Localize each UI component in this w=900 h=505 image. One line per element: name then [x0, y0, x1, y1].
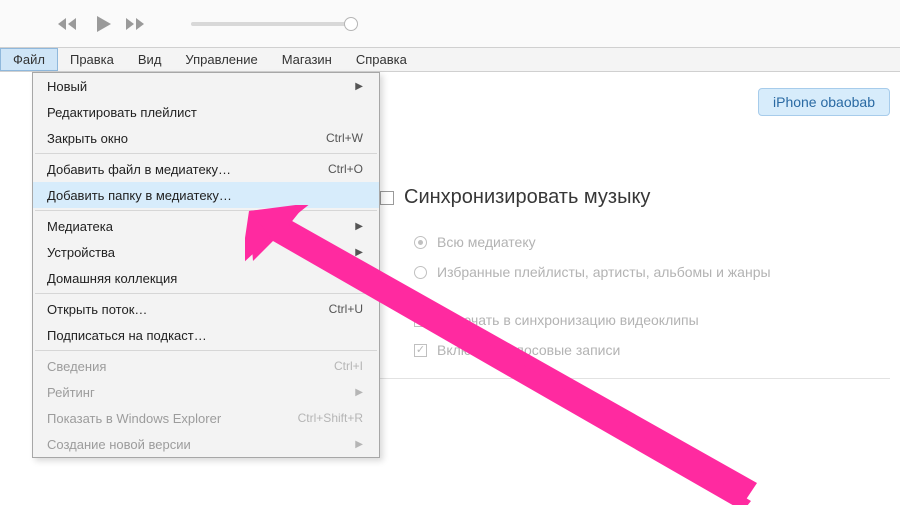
menu-library[interactable]: Медиатека ▶ — [33, 213, 379, 239]
menu-shortcut: Ctrl+O — [328, 162, 363, 176]
menu-label: Медиатека — [47, 219, 113, 234]
menu-add-file[interactable]: Добавить файл в медиатеку… Ctrl+O — [33, 156, 379, 182]
menu-label: Закрыть окно — [47, 131, 128, 146]
opt-label: Включать голосовые записи — [437, 342, 620, 358]
menu-label: Добавить файл в медиатеку… — [47, 162, 231, 177]
submenu-arrow-icon: ▶ — [355, 221, 363, 232]
opt-include-videos: ✓ Включать в синхронизацию видеоклипы — [414, 312, 890, 328]
menu-edit-playlist[interactable]: Редактировать плейлист — [33, 99, 379, 125]
menubar-item-5[interactable]: Справка — [344, 48, 419, 71]
playback-controls — [55, 10, 151, 38]
divider — [380, 378, 890, 379]
menu-label: Рейтинг — [47, 385, 95, 400]
menu-label: Устройства — [47, 245, 115, 260]
checkbox-icon[interactable]: ✓ — [414, 314, 427, 327]
opt-label: Всю медиатеку — [437, 234, 536, 250]
menu-new-version: Создание новой версии ▶ — [33, 431, 379, 457]
toolbar — [0, 0, 900, 48]
menubar: ФайлПравкаВидУправлениеМагазинСправка — [0, 48, 900, 72]
menu-shortcut: Ctrl+I — [334, 359, 363, 373]
play-button[interactable] — [89, 10, 117, 38]
menu-separator — [35, 350, 377, 351]
menu-subscribe-podcast[interactable]: Подписаться на подкаст… — [33, 322, 379, 348]
menu-label: Создание новой версии — [47, 437, 191, 452]
menu-add-folder[interactable]: Добавить папку в медиатеку… — [33, 182, 379, 208]
menu-separator — [35, 293, 377, 294]
menu-home-collection[interactable]: Домашняя коллекция — [33, 265, 379, 291]
menu-show-explorer: Показать в Windows Explorer Ctrl+Shift+R — [33, 405, 379, 431]
menubar-item-0[interactable]: Файл — [0, 48, 58, 71]
opt-label: Избранные плейлисты, артисты, альбомы и … — [437, 264, 771, 280]
menu-label: Сведения — [47, 359, 106, 374]
submenu-arrow-icon: ▶ — [355, 81, 363, 92]
radio-icon[interactable] — [414, 266, 427, 279]
menu-label: Подписаться на подкаст… — [47, 328, 207, 343]
menu-separator — [35, 210, 377, 211]
device-badge[interactable]: iPhone obaobab — [758, 88, 890, 116]
menu-info: Сведения Ctrl+I — [33, 353, 379, 379]
content-pane: iPhone obaobab Синхронизировать музыку В… — [380, 80, 890, 379]
opt-all-library: Всю медиатеку — [414, 234, 890, 250]
menu-open-stream[interactable]: Открыть поток… Ctrl+U — [33, 296, 379, 322]
menu-rating: Рейтинг ▶ — [33, 379, 379, 405]
menu-label: Домашняя коллекция — [47, 271, 177, 286]
submenu-arrow-icon: ▶ — [355, 439, 363, 450]
submenu-arrow-icon: ▶ — [355, 387, 363, 398]
menu-label: Открыть поток… — [47, 302, 147, 317]
next-button[interactable] — [123, 10, 151, 38]
menu-close-window[interactable]: Закрыть окно Ctrl+W — [33, 125, 379, 151]
menu-shortcut: Ctrl+U — [329, 302, 363, 316]
menubar-item-4[interactable]: Магазин — [270, 48, 344, 71]
opt-selected: Избранные плейлисты, артисты, альбомы и … — [414, 264, 890, 280]
menu-shortcut: Ctrl+W — [326, 131, 363, 145]
opt-label: Включать в синхронизацию видеоклипы — [437, 312, 699, 328]
sync-title: Синхронизировать музыку — [380, 186, 890, 209]
sync-checkbox[interactable] — [380, 191, 394, 205]
menu-label: Редактировать плейлист — [47, 105, 197, 120]
submenu-arrow-icon: ▶ — [355, 247, 363, 258]
file-menu-dropdown: Новый ▶ Редактировать плейлист Закрыть о… — [32, 72, 380, 458]
menu-shortcut: Ctrl+Shift+R — [298, 411, 363, 425]
radio-icon[interactable] — [414, 236, 427, 249]
prev-button[interactable] — [55, 10, 83, 38]
sync-title-label: Синхронизировать музыку — [404, 186, 650, 209]
menubar-item-2[interactable]: Вид — [126, 48, 174, 71]
menu-separator — [35, 153, 377, 154]
menu-label: Показать в Windows Explorer — [47, 411, 221, 426]
menu-label: Новый — [47, 79, 87, 94]
volume-slider[interactable] — [191, 22, 351, 26]
menu-label: Добавить папку в медиатеку… — [47, 188, 232, 203]
menubar-item-3[interactable]: Управление — [173, 48, 269, 71]
menu-devices[interactable]: Устройства ▶ — [33, 239, 379, 265]
checkbox-icon[interactable]: ✓ — [414, 344, 427, 357]
slider-knob[interactable] — [344, 17, 358, 31]
menu-new[interactable]: Новый ▶ — [33, 73, 379, 99]
menubar-item-1[interactable]: Правка — [58, 48, 126, 71]
opt-include-voice: ✓ Включать голосовые записи — [414, 342, 890, 358]
